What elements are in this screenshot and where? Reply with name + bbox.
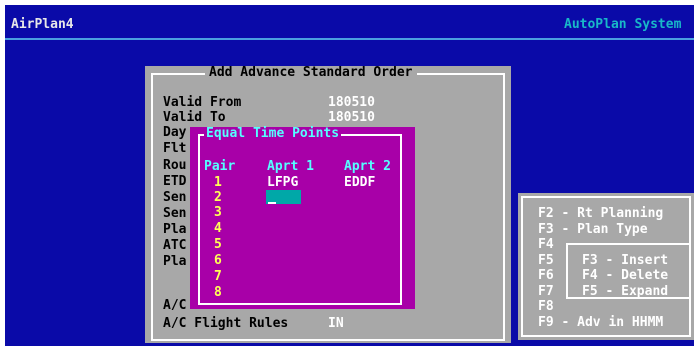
aprt2-cell[interactable]: EDDF bbox=[344, 176, 375, 190]
pair-number: 7 bbox=[214, 269, 222, 284]
col-header-pair: Pair bbox=[204, 159, 236, 174]
field-label: Rou bbox=[163, 158, 187, 173]
f5-key[interactable]: F5 bbox=[538, 254, 554, 268]
field-label: Flt bbox=[163, 141, 187, 156]
field-label: A/C bbox=[163, 298, 187, 313]
field-label: ATC bbox=[163, 238, 187, 253]
field-label: Sen bbox=[163, 206, 187, 221]
f2-key[interactable]: F2 - Rt Planning bbox=[538, 207, 663, 221]
aprt1-cell[interactable]: LFPG bbox=[267, 176, 298, 190]
pair-number: 6 bbox=[214, 253, 222, 268]
flight-rules-value[interactable]: IN bbox=[328, 317, 344, 331]
f4-delete-key[interactable]: F4 - Delete bbox=[582, 269, 668, 283]
system-title: AutoPlan System bbox=[564, 17, 682, 32]
field-label: Pla bbox=[163, 254, 187, 269]
field-label: Day bbox=[163, 125, 187, 140]
popup-title: Equal Time Points bbox=[204, 126, 342, 141]
valid-from-value[interactable]: 180510 bbox=[328, 96, 375, 110]
f3-insert-key[interactable]: F3 - Insert bbox=[582, 254, 668, 268]
pair-number: 4 bbox=[214, 221, 222, 236]
f4-key[interactable]: F4 bbox=[538, 238, 554, 252]
f6-key[interactable]: F6 bbox=[538, 269, 554, 283]
field-label: Sen bbox=[163, 190, 187, 205]
header-divider bbox=[5, 38, 694, 40]
col-header-aprt1: Aprt 1 bbox=[267, 159, 314, 174]
field-label: A/C Flight Rules bbox=[163, 316, 289, 331]
col-header-aprt2: Aprt 2 bbox=[344, 159, 391, 174]
pair-number: 3 bbox=[214, 205, 222, 220]
field-label: Valid To bbox=[163, 110, 226, 125]
pair-number: 5 bbox=[214, 237, 222, 252]
f7-key[interactable]: F7 bbox=[538, 285, 554, 299]
f9-key[interactable]: F9 - Adv in HHMM bbox=[538, 316, 663, 330]
pair-number: 1 bbox=[214, 175, 222, 190]
order-panel-title: Add Advance Standard Order bbox=[205, 66, 417, 80]
f8-key[interactable]: F8 bbox=[538, 300, 554, 314]
field-label: ETD bbox=[163, 174, 187, 189]
app-title: AirPlan4 bbox=[11, 17, 74, 32]
f3-key[interactable]: F3 - Plan Type bbox=[538, 223, 648, 237]
equal-time-points-popup bbox=[190, 127, 415, 309]
pair-number: 8 bbox=[214, 285, 222, 300]
terminal-screen: AirPlan4 AutoPlan System Add Advance Sta… bbox=[0, 0, 696, 349]
f5-expand-key[interactable]: F5 - Expand bbox=[582, 285, 668, 299]
pair-number: 2 bbox=[214, 190, 222, 205]
field-label: Pla bbox=[163, 222, 187, 237]
valid-to-value[interactable]: 180510 bbox=[328, 111, 375, 125]
field-label: Valid From bbox=[163, 95, 242, 110]
text-cursor bbox=[268, 202, 276, 204]
